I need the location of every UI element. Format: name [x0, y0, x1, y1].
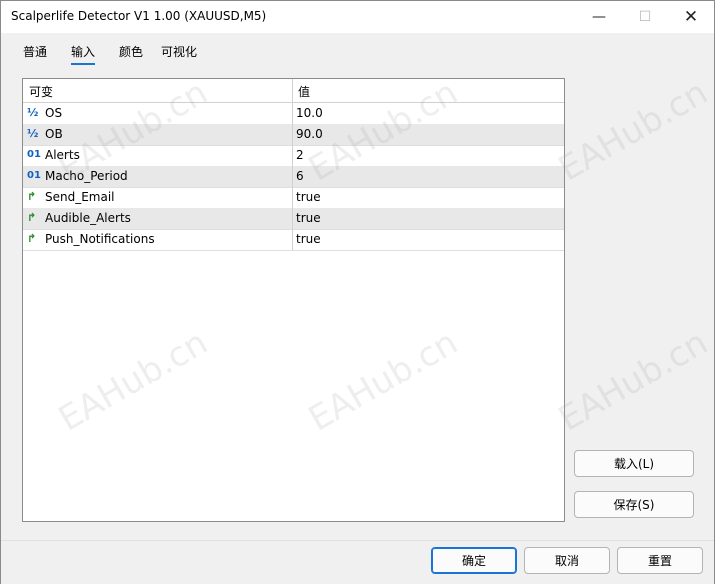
header-variable[interactable]: 可变 [29, 83, 53, 100]
inputs-grid: 可变 值 ½ OS 10.0 ½ OB 90.0 01 Alerts 2 01 … [22, 78, 565, 522]
param-name: Send_Email [45, 190, 115, 204]
grid-row[interactable]: ½ OB 90.0 [23, 124, 564, 146]
param-name: OS [45, 106, 63, 120]
param-value[interactable]: 2 [296, 148, 304, 162]
column-divider[interactable] [292, 79, 293, 250]
boolean-icon: ↱ [27, 190, 37, 203]
maximize-button[interactable]: ☐ [622, 1, 668, 33]
load-button[interactable]: 载入(L) [574, 450, 694, 477]
cancel-button[interactable]: 取消 [524, 547, 610, 574]
param-name: Macho_Period [45, 169, 128, 183]
grid-row[interactable]: ↱ Audible_Alerts true [23, 208, 564, 230]
grid-row[interactable]: 01 Alerts 2 [23, 145, 564, 167]
grid-row[interactable]: ↱ Push_Notifications true [23, 229, 564, 251]
watermark-text: EAHub.cn [552, 72, 715, 190]
title-bar: Scalperlife Detector V1 1.00 (XAUUSD,M5)… [1, 1, 714, 33]
param-name: Alerts [45, 148, 80, 162]
watermark-text: EAHub.cn [552, 322, 715, 440]
dialog-window: Scalperlife Detector V1 1.00 (XAUUSD,M5)… [0, 0, 715, 584]
minimize-button[interactable]: — [576, 1, 622, 33]
tab-visualization[interactable]: 可视化 [161, 43, 197, 63]
reset-button[interactable]: 重置 [617, 547, 703, 574]
tab-colors[interactable]: 颜色 [119, 43, 143, 63]
tab-inputs[interactable]: 输入 [71, 43, 96, 65]
param-value[interactable]: true [296, 232, 321, 246]
param-value[interactable]: 10.0 [296, 106, 323, 120]
tab-common[interactable]: 普通 [23, 43, 47, 63]
grid-row[interactable]: 01 Macho_Period 6 [23, 166, 564, 188]
integer-icon: 01 [27, 170, 41, 181]
window-title: Scalperlife Detector V1 1.00 (XAUUSD,M5) [11, 9, 267, 23]
grid-row[interactable]: ½ OS 10.0 [23, 103, 564, 125]
tab-bar: 普通 输入 颜色 可视化 [1, 41, 714, 67]
boolean-icon: ↱ [27, 232, 37, 245]
grid-header: 可变 值 [23, 79, 564, 103]
param-name: OB [45, 127, 63, 141]
param-value[interactable]: 90.0 [296, 127, 323, 141]
ok-button[interactable]: 确定 [431, 547, 517, 574]
param-value[interactable]: true [296, 190, 321, 204]
grid-row[interactable]: ↱ Send_Email true [23, 187, 564, 209]
param-value[interactable]: 6 [296, 169, 304, 183]
header-value[interactable]: 值 [298, 83, 310, 100]
param-name: Push_Notifications [45, 232, 155, 246]
fraction-icon: ½ [27, 127, 39, 140]
save-button[interactable]: 保存(S) [574, 491, 694, 518]
param-name: Audible_Alerts [45, 211, 131, 225]
integer-icon: 01 [27, 149, 41, 160]
boolean-icon: ↱ [27, 211, 37, 224]
fraction-icon: ½ [27, 106, 39, 119]
close-button[interactable]: ✕ [668, 1, 714, 33]
param-value[interactable]: true [296, 211, 321, 225]
